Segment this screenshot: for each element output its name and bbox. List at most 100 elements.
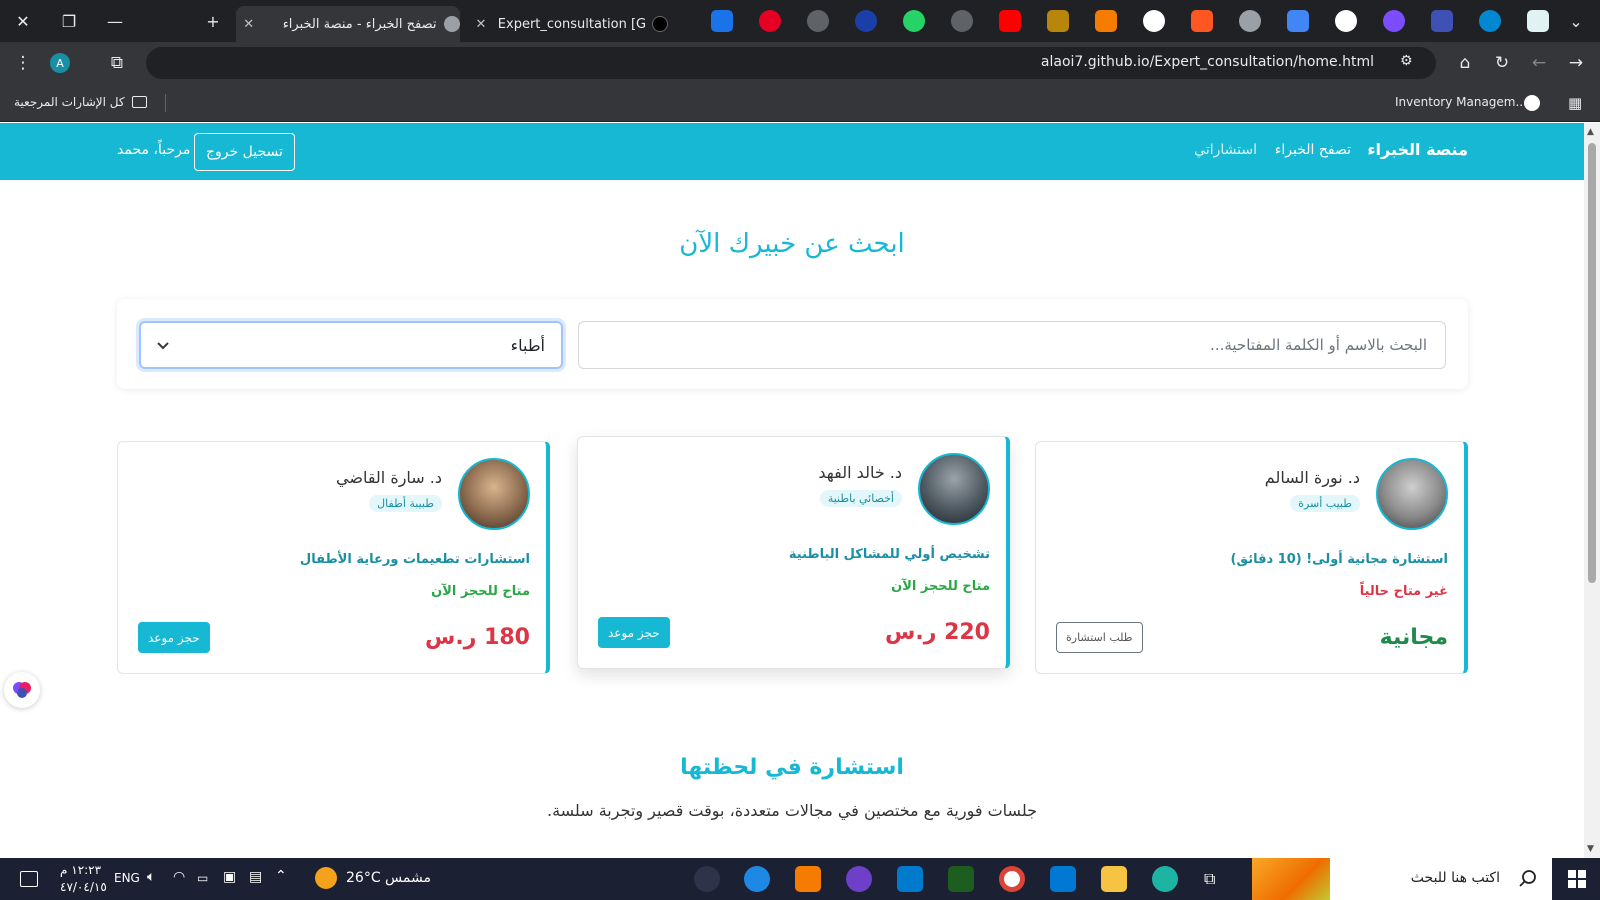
edge-icon[interactable]	[1152, 866, 1178, 892]
gemini-icon[interactable]	[1287, 10, 1309, 32]
apps-grid-icon[interactable]: ▦	[1568, 94, 1582, 112]
whatsapp-icon[interactable]	[903, 10, 925, 32]
search-tab-icon[interactable]	[855, 10, 877, 32]
close-tab-icon[interactable]: ✕	[472, 17, 490, 32]
expert-card[interactable]: د. سارة القاضي طبيبة أطفال استشارات تطعي…	[117, 441, 550, 674]
search-panel: البحث بالاسم أو الكلمة المفتاحية... أطبا…	[117, 299, 1468, 389]
globe-icon[interactable]	[807, 10, 829, 32]
expert-card[interactable]: د. نورة السالم طبيب أسرة استشارة مجانية …	[1035, 441, 1468, 674]
home-icon[interactable]: ⌂	[1450, 48, 1480, 78]
inventory-bookmark[interactable]: Inventory Managem...	[1395, 95, 1527, 109]
close-tab-icon[interactable]: ✕	[240, 17, 257, 32]
pinned-tab-icon[interactable]	[711, 10, 733, 32]
chevron-down-icon	[157, 342, 169, 350]
network-icon[interactable]: ◠	[173, 869, 185, 885]
site-brand[interactable]: منصة الخبراء	[1367, 140, 1468, 159]
tab-active[interactable]: ✕ تصفح الخبراء - منصة الخبراء	[236, 6, 460, 42]
google-icon[interactable]	[1143, 10, 1165, 32]
reload-icon[interactable]: ↻	[1487, 48, 1517, 78]
windows-taskbar: ١٢:٢٣ م ٤٧/٠٤/١٥ ENG 🔈︎ ◠ ▭ ▣ ▤ ⌃ 26°C م…	[0, 858, 1600, 900]
site-navbar: منصة الخبراء تصفح الخبراء استشاراتي تسجي…	[0, 123, 1584, 180]
xampp-icon[interactable]	[1095, 10, 1117, 32]
page-scrollbar[interactable]: ▲ ▼	[1584, 123, 1600, 858]
pinned-tab-icon[interactable]	[1191, 10, 1213, 32]
pinned-tab-icon[interactable]	[1527, 10, 1549, 32]
book-appointment-button[interactable]: حجز موعد	[598, 617, 670, 648]
xampp-icon[interactable]	[795, 866, 821, 892]
pinned-tab-icon[interactable]	[1479, 10, 1501, 32]
user-greeting: مرحباً، محمد	[117, 142, 191, 158]
notifications-icon[interactable]	[20, 871, 38, 887]
restore-window-icon[interactable]: ❐	[46, 0, 92, 42]
forward-icon[interactable]: ←	[1524, 48, 1554, 78]
tray-app-icon[interactable]: ▣	[223, 869, 236, 885]
address-bar[interactable]: alaoi7.github.io/Expert_consultation/hom…	[146, 47, 1436, 79]
profile-avatar[interactable]: A	[50, 53, 70, 73]
copilot-icon[interactable]	[694, 866, 720, 892]
logout-button[interactable]: تسجيل خروج	[194, 133, 295, 171]
pinterest-icon[interactable]	[759, 10, 781, 32]
terminal-app-icon[interactable]	[948, 866, 974, 892]
globe-icon[interactable]	[951, 10, 973, 32]
expert-card[interactable]: د. خالد الفهد أخصائي باطنية تشخيص أولي ل…	[577, 436, 1010, 669]
service-title: استشارة مجانية أولى! (10 دقائق)	[1230, 552, 1448, 567]
specialty-badge: طبيبة أطفال	[369, 495, 442, 512]
volume-icon[interactable]: 🔈︎	[147, 869, 155, 885]
tab-search-chevron-icon[interactable]: ⌄	[1556, 0, 1596, 42]
new-tab-icon[interactable]: +	[190, 0, 236, 42]
pinned-tab-icon[interactable]	[1047, 10, 1069, 32]
microsoft-store-icon[interactable]	[1050, 866, 1076, 892]
site-settings-icon[interactable]: ⚙	[1400, 53, 1420, 73]
scroll-down-icon[interactable]: ▼	[1587, 844, 1594, 854]
all-bookmarks-link[interactable]: كل الإشارات المرجعية	[14, 95, 125, 109]
extensions-icon[interactable]: ⧉	[102, 48, 132, 78]
minimize-window-icon[interactable]: —	[92, 0, 138, 42]
back-icon[interactable]: →	[1561, 48, 1591, 78]
internet-explorer-icon[interactable]	[744, 866, 770, 892]
pinned-tab-icon[interactable]	[1335, 10, 1357, 32]
address-url[interactable]: alaoi7.github.io/Expert_consultation/hom…	[1041, 54, 1374, 70]
specialty-badge: أخصائي باطنية	[819, 490, 902, 507]
taskbar-search-placeholder: اكتب هنا للبحث	[1410, 870, 1500, 886]
close-window-icon[interactable]: ✕	[0, 0, 46, 42]
browser-tab-strip: ✕ ❐ — + ✕ تصفح الخبراء - منصة الخبراء ✕ …	[0, 0, 1600, 42]
file-explorer-icon[interactable]	[1101, 866, 1127, 892]
github-desktop-icon[interactable]	[846, 866, 872, 892]
scrollbar-thumb[interactable]	[1588, 143, 1596, 583]
search-heading: ابحث عن خبيرك الآن	[679, 229, 905, 259]
language-indicator[interactable]: ENG	[114, 871, 140, 885]
nav-my-consultations[interactable]: استشاراتي	[1194, 142, 1257, 158]
chrome-icon[interactable]	[999, 866, 1025, 892]
book-appointment-button[interactable]: حجز موعد	[138, 622, 210, 653]
battery-icon[interactable]: ▭	[197, 871, 208, 885]
weather-text[interactable]: 26°C مشمس	[346, 870, 431, 886]
show-hidden-icons-icon[interactable]: ⌃	[275, 868, 287, 884]
windows-start-icon[interactable]	[1568, 870, 1586, 888]
instant-consultation-title: استشارة في لحظتها	[680, 755, 904, 780]
search-input[interactable]: البحث بالاسم أو الكلمة المفتاحية...	[578, 321, 1446, 369]
category-selected-value: أطباء	[510, 335, 545, 355]
menu-dots-icon[interactable]: ⋮	[8, 48, 38, 78]
chatgpt-icon[interactable]	[1239, 10, 1261, 32]
nav-browse-experts[interactable]: تصفح الخبراء	[1275, 142, 1351, 158]
scroll-up-icon[interactable]: ▲	[1587, 127, 1594, 137]
pinned-tab-icon[interactable]	[1383, 10, 1405, 32]
category-select[interactable]: أطباء	[139, 321, 563, 369]
tray-app-icon[interactable]: ▤	[249, 869, 262, 885]
vscode-icon[interactable]	[897, 866, 923, 892]
bookmarks-divider	[165, 94, 166, 112]
youtube-icon[interactable]	[999, 10, 1021, 32]
tab-github[interactable]: ✕ Expert_consultation [GitHub]	[468, 6, 668, 42]
brain-assistant-icon[interactable]	[4, 672, 40, 708]
clock-date[interactable]: ٤٧/٠٤/١٥	[60, 880, 107, 894]
google-icon	[1524, 95, 1540, 111]
expert-name: د. نورة السالم	[1264, 468, 1360, 487]
search-highlight-image	[1252, 858, 1330, 900]
task-view-icon[interactable]: ⧉	[1204, 869, 1215, 889]
windows-search-box[interactable]: اكتب هنا للبحث	[1252, 858, 1552, 900]
folder-icon	[132, 96, 147, 108]
clock-time[interactable]: ١٢:٢٣ م	[60, 863, 101, 877]
weather-sun-icon[interactable]	[315, 867, 337, 889]
pinned-tab-icon[interactable]	[1431, 10, 1453, 32]
request-consultation-button[interactable]: طلب استشارة	[1056, 622, 1143, 653]
